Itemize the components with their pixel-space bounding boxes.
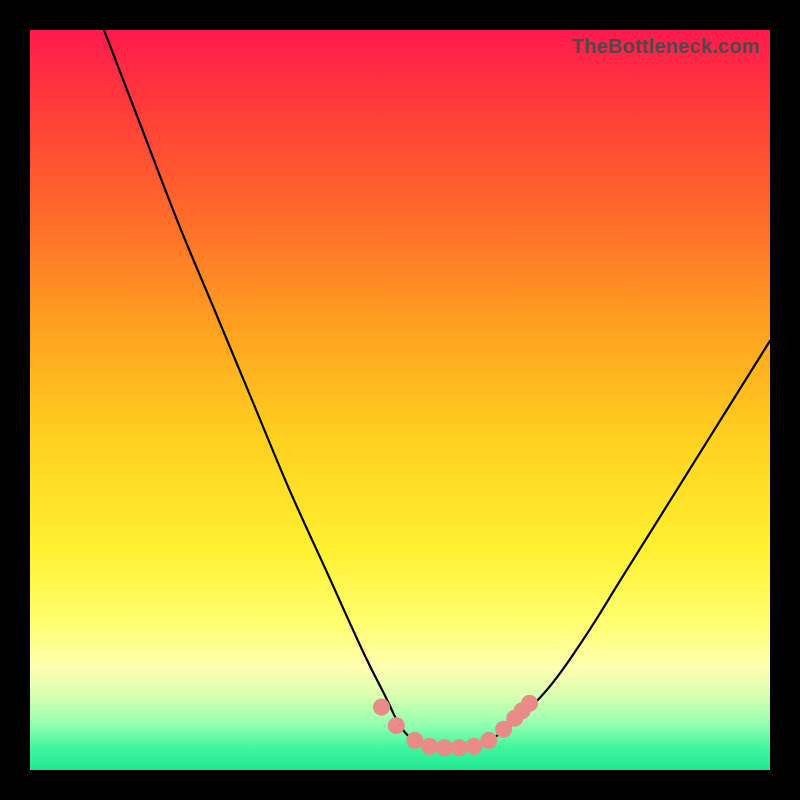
curve-layer xyxy=(30,30,770,770)
valley-markers xyxy=(373,695,538,756)
plot-area: TheBottleneck.com xyxy=(30,30,770,770)
valley-marker xyxy=(451,739,468,756)
valley-marker xyxy=(373,699,390,716)
valley-marker xyxy=(521,695,538,712)
chart-frame: TheBottleneck.com xyxy=(0,0,800,800)
valley-marker xyxy=(466,738,483,755)
bottleneck-curve-path xyxy=(104,30,770,748)
valley-marker xyxy=(480,732,497,749)
valley-marker xyxy=(436,739,453,756)
valley-marker xyxy=(388,717,405,734)
valley-marker xyxy=(406,732,423,749)
valley-marker xyxy=(421,738,438,755)
